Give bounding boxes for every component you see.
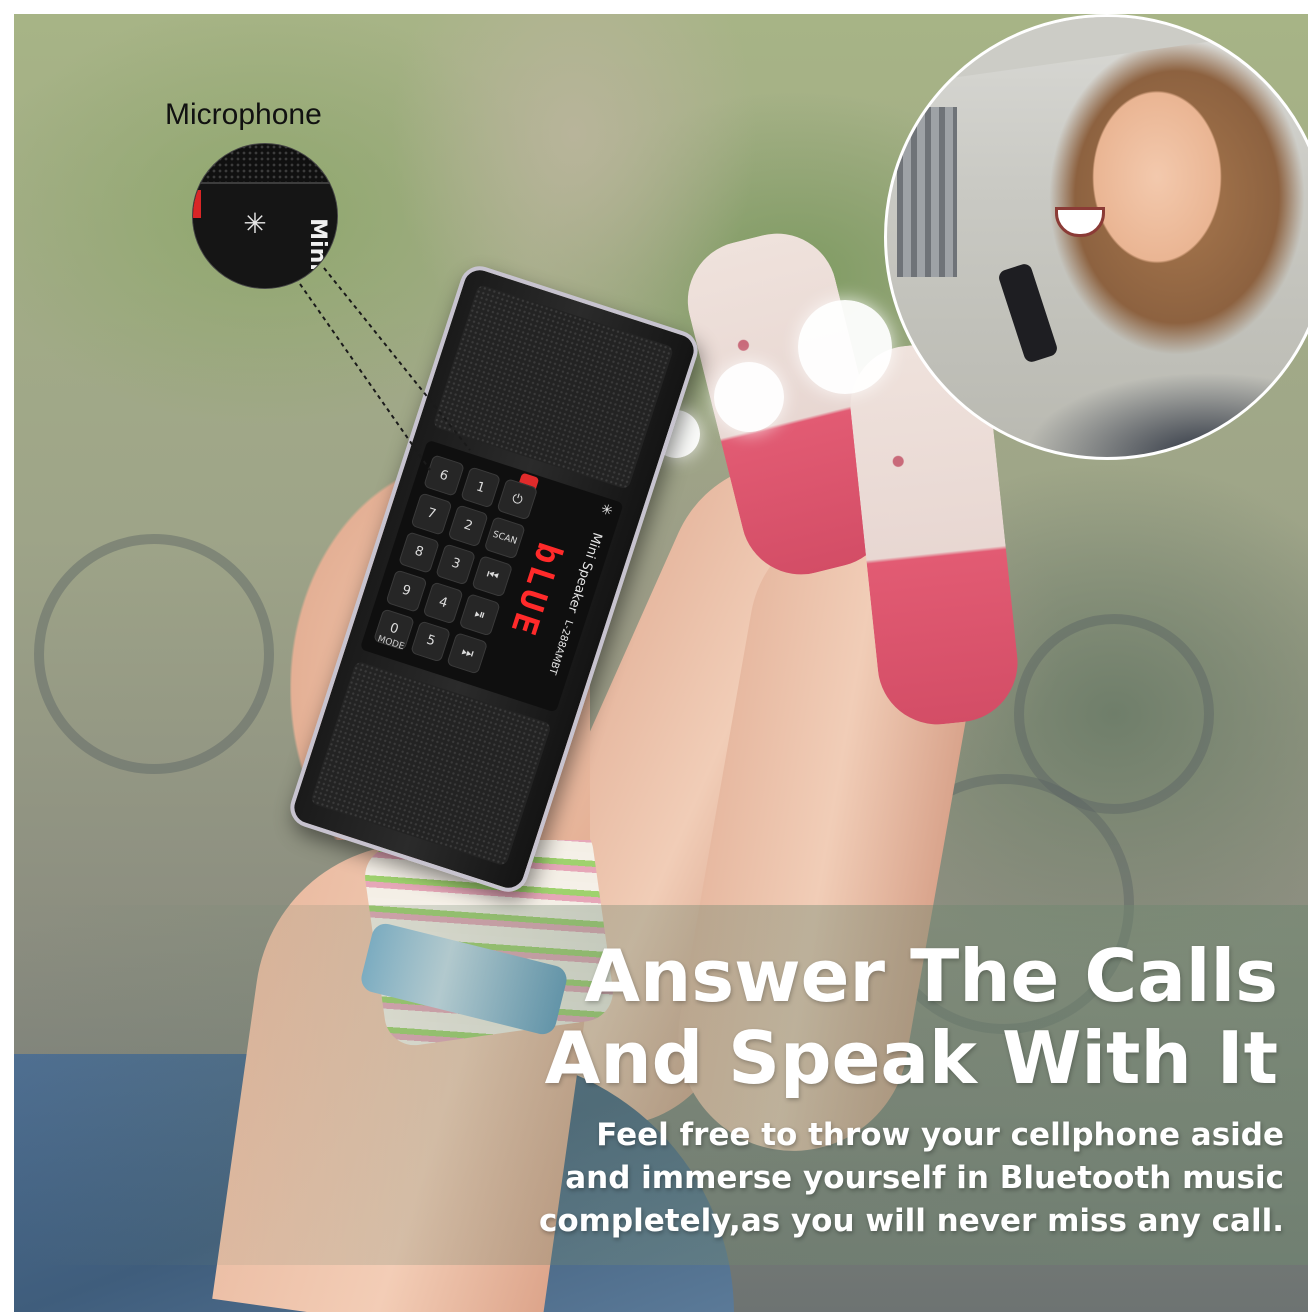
woman-on-phone-inset [884,14,1308,460]
headline-line-2: And Speak With It [544,1016,1278,1100]
inset-phone [996,262,1060,364]
inset-smile [1055,207,1105,237]
body-line-1: Feel free to throw your cellphone aside [596,1117,1284,1153]
body-line-2: and immerse yourself in Bluetooth music [565,1160,1284,1196]
inset-window [897,107,957,277]
microphone-icon: ✳ [243,207,267,240]
microphone-label: Microphone [165,98,322,131]
zoom-red-accent [193,190,201,218]
headline-line-1: Answer The Calls [584,934,1278,1018]
body-line-3: completely,as you will never miss any ca… [538,1203,1284,1239]
zoom-mini-text: Mini [304,218,330,271]
microphone-zoom-circle: ✳ Mini [192,143,338,289]
headline: Answer The Calls And Speak With It [518,935,1278,1099]
body-copy: Feel free to throw your cellphone aside … [504,1114,1284,1243]
